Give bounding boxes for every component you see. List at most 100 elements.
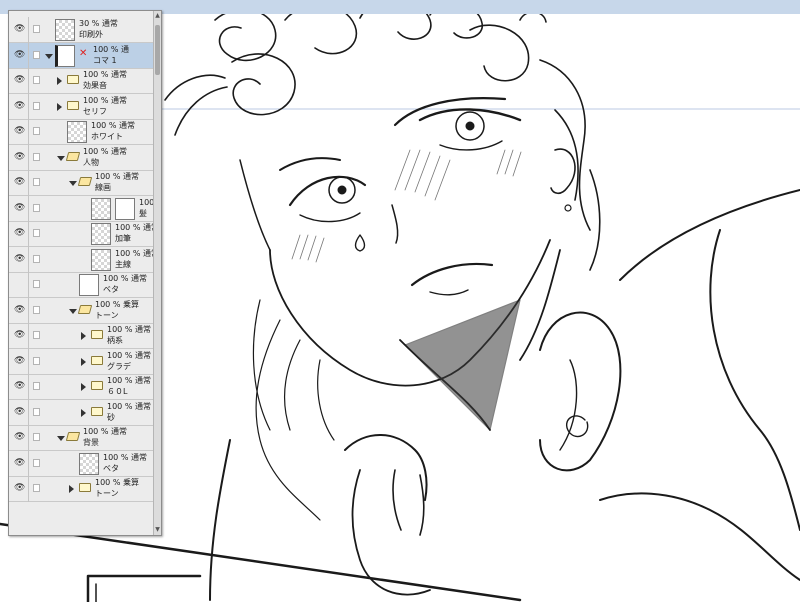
expand-arrow-icon[interactable] bbox=[57, 103, 62, 111]
column-divider bbox=[28, 68, 29, 94]
lock-toggle[interactable] bbox=[33, 357, 40, 365]
visibility-eye-icon[interactable]: 👁 bbox=[14, 280, 24, 288]
visibility-eye-icon[interactable]: 👁 bbox=[14, 204, 25, 213]
layer-opacity-mode: 100 % 通常 bbox=[107, 402, 151, 411]
column-divider bbox=[28, 400, 29, 426]
layer-row[interactable]: 👁 100 % 通常 人物 bbox=[9, 145, 153, 171]
column-divider bbox=[28, 451, 29, 477]
expand-arrow-icon[interactable] bbox=[69, 485, 74, 493]
open-folder-icon bbox=[65, 432, 81, 441]
collapse-arrow-icon[interactable] bbox=[69, 181, 77, 186]
column-divider bbox=[28, 170, 29, 196]
folder-icon bbox=[91, 381, 103, 390]
layer-scrollbar[interactable]: ▲ ▼ bbox=[153, 11, 161, 535]
visibility-eye-icon[interactable]: 👁 bbox=[14, 459, 25, 468]
lock-toggle[interactable] bbox=[33, 76, 40, 84]
collapse-arrow-icon[interactable] bbox=[69, 309, 77, 314]
layer-name: 背景 bbox=[83, 438, 99, 447]
layer-name: 効果音 bbox=[83, 81, 107, 90]
visibility-eye-icon[interactable]: 👁 bbox=[14, 331, 25, 340]
column-divider bbox=[28, 425, 29, 451]
lock-toggle[interactable] bbox=[33, 255, 40, 263]
column-divider bbox=[28, 476, 29, 502]
layer-row[interactable]: 👁 100 % 通常 主線 bbox=[9, 247, 159, 273]
lock-toggle[interactable] bbox=[33, 51, 40, 59]
layer-name: 砂 bbox=[107, 413, 115, 422]
lock-toggle[interactable] bbox=[33, 102, 40, 110]
lock-toggle[interactable] bbox=[33, 280, 40, 288]
layer-thumbnail bbox=[91, 223, 111, 245]
visibility-eye-icon[interactable]: 👁 bbox=[14, 102, 25, 111]
lock-toggle[interactable] bbox=[33, 306, 40, 314]
visibility-eye-icon[interactable]: 👁 bbox=[14, 408, 25, 417]
lock-toggle[interactable] bbox=[33, 204, 40, 212]
collapse-arrow-icon[interactable] bbox=[45, 54, 53, 59]
open-folder-icon bbox=[77, 305, 93, 314]
lock-toggle[interactable] bbox=[33, 127, 40, 135]
column-divider bbox=[28, 94, 29, 120]
layer-row[interactable]: 👁 100 % 通常 柄系 bbox=[9, 323, 153, 349]
lock-toggle[interactable] bbox=[33, 25, 40, 33]
lock-toggle[interactable] bbox=[33, 229, 40, 237]
layer-thumbnail bbox=[91, 198, 111, 220]
layer-opacity-mode: 100 % 通常 bbox=[83, 70, 127, 79]
layer-panel[interactable]: 👁 30 % 通常 印刷外 👁 ✕ 100 % 通コマ 1 👁 100 % 通常 効果音 👁 100… bbox=[8, 10, 162, 536]
visibility-eye-icon[interactable]: 👁 bbox=[14, 229, 25, 238]
lock-toggle[interactable] bbox=[33, 433, 40, 441]
collapse-arrow-icon[interactable] bbox=[57, 436, 65, 441]
layer-row[interactable]: 👁 100 % 通常ベタ bbox=[9, 272, 153, 298]
lock-toggle[interactable] bbox=[33, 153, 40, 161]
lock-toggle[interactable] bbox=[33, 382, 40, 390]
lock-toggle[interactable] bbox=[33, 484, 40, 492]
visibility-eye-icon[interactable]: 👁 bbox=[14, 484, 25, 493]
scroll-up-icon[interactable]: ▲ bbox=[155, 13, 160, 19]
layer-row[interactable]: 👁 100 % 通常 ６０L bbox=[9, 374, 153, 400]
column-divider bbox=[28, 374, 29, 400]
lock-toggle[interactable] bbox=[33, 459, 40, 467]
expand-arrow-icon[interactable] bbox=[81, 409, 86, 417]
lock-toggle[interactable] bbox=[33, 408, 40, 416]
layer-row[interactable]: 👁 100 % 通常 加筆 bbox=[9, 221, 159, 247]
layer-row[interactable]: 👁 100 % 通常 効果音 bbox=[9, 68, 153, 94]
layer-row[interactable]: 👁 100 % 通常ベタ bbox=[9, 451, 153, 477]
scroll-down-icon[interactable]: ▼ bbox=[155, 527, 160, 533]
scrollbar-thumb[interactable] bbox=[155, 25, 160, 75]
layer-opacity-mode: 100 % 通常 bbox=[103, 453, 147, 462]
layer-name: 印刷外 bbox=[79, 30, 103, 39]
visibility-eye-icon[interactable]: 👁 bbox=[14, 25, 25, 34]
layer-opacity-mode: 100 % 通常 bbox=[107, 325, 151, 334]
visibility-eye-icon[interactable]: 👁 bbox=[14, 178, 25, 187]
layer-row[interactable]: 👁 100 % 通常砂 bbox=[9, 400, 153, 426]
collapse-arrow-icon[interactable] bbox=[57, 156, 65, 161]
folder-icon bbox=[91, 407, 103, 416]
expand-arrow-icon[interactable] bbox=[81, 332, 86, 340]
visibility-eye-icon[interactable]: 👁 bbox=[14, 433, 25, 442]
visibility-eye-icon[interactable]: 👁 bbox=[14, 127, 25, 136]
visibility-eye-icon[interactable]: 👁 bbox=[14, 306, 25, 315]
visibility-eye-icon[interactable]: 👁 bbox=[14, 255, 25, 264]
folder-icon bbox=[91, 356, 103, 365]
expand-arrow-icon[interactable] bbox=[81, 358, 86, 366]
layer-row[interactable]: 👁 30 % 通常 印刷外 bbox=[9, 17, 153, 43]
layer-row[interactable]: 👁 100 % 乗算 トーン bbox=[9, 476, 153, 502]
expand-arrow-icon[interactable] bbox=[57, 77, 62, 85]
visibility-eye-icon[interactable]: 👁 bbox=[14, 76, 25, 85]
visibility-eye-icon[interactable]: 👁 bbox=[14, 51, 25, 60]
layer-row[interactable]: 👁 100 % 乗算 トーン bbox=[9, 298, 153, 324]
expand-arrow-icon[interactable] bbox=[81, 383, 86, 391]
visibility-eye-icon[interactable]: 👁 bbox=[14, 357, 25, 366]
layer-opacity-mode: 100 % 通常 bbox=[83, 147, 127, 156]
visibility-eye-icon[interactable]: 👁 bbox=[14, 153, 25, 162]
layer-row[interactable]: 👁 100 % 通常 線画 bbox=[9, 170, 153, 196]
layer-name: トーン bbox=[95, 489, 119, 498]
lock-toggle[interactable] bbox=[33, 178, 40, 186]
layer-row[interactable]: 👁 100 % 通常 グラデ bbox=[9, 349, 153, 375]
layer-row[interactable]: 👁 100 % 髪 bbox=[9, 196, 161, 222]
layer-row[interactable]: 👁 100 % 通常 背景 bbox=[9, 425, 153, 451]
layer-row[interactable]: 👁 100 % 通常 ホワイト bbox=[9, 119, 153, 145]
layer-row[interactable]: 👁 100 % 通常 セリフ bbox=[9, 94, 153, 120]
visibility-eye-icon[interactable]: 👁 bbox=[14, 382, 25, 391]
mask-disabled-icon[interactable]: ✕ bbox=[79, 49, 89, 59]
lock-toggle[interactable] bbox=[33, 331, 40, 339]
layer-row[interactable]: 👁 ✕ 100 % 通コマ 1 bbox=[9, 43, 153, 69]
